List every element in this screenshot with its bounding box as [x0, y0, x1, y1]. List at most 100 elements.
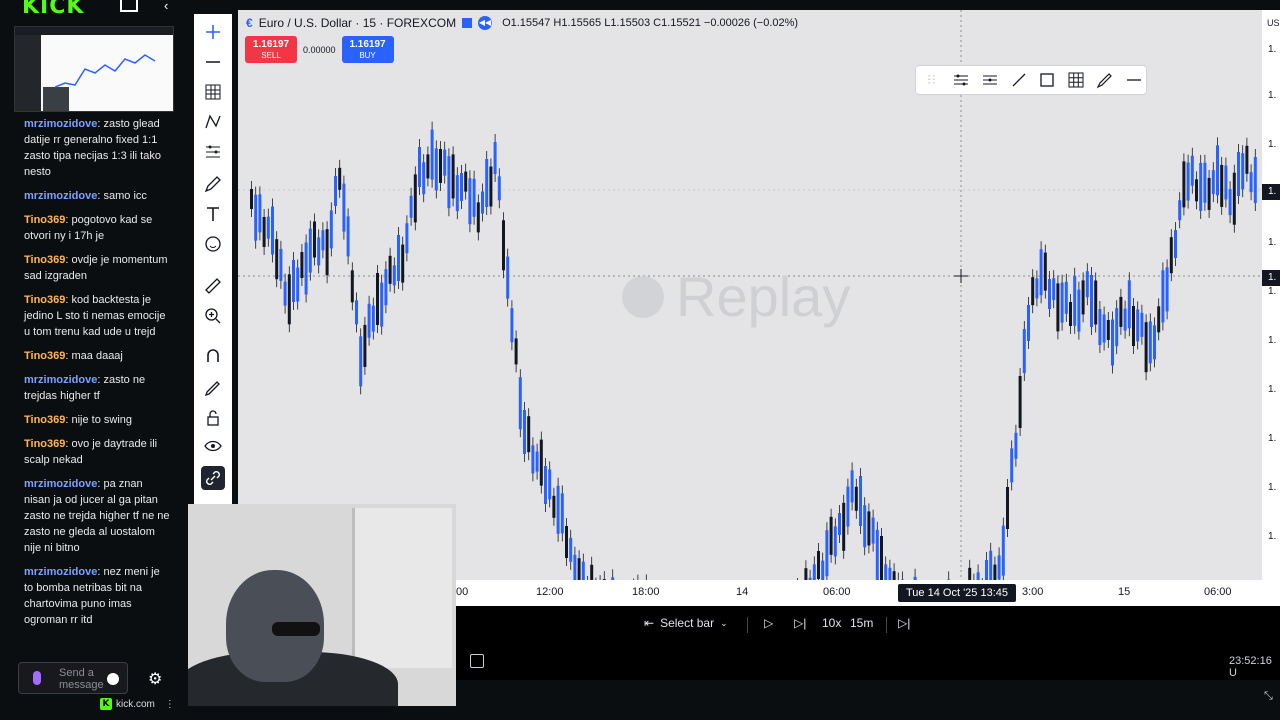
candle: [464, 163, 468, 200]
kick-favicon-icon: K: [100, 698, 112, 710]
candle: [1241, 145, 1245, 198]
horizontal-lines-icon[interactable]: [949, 67, 973, 93]
candle: [409, 187, 413, 226]
candle: [884, 556, 888, 580]
chat-username[interactable]: mrzimozidove: [24, 374, 97, 386]
parallel-channel-icon[interactable]: [978, 67, 1002, 93]
popout-icon[interactable]: [120, 0, 138, 12]
play-icon[interactable]: ▷: [764, 616, 773, 630]
lock-icon[interactable]: [201, 406, 225, 430]
fib-grid-tool-icon[interactable]: [201, 80, 225, 104]
candle: [1119, 288, 1123, 335]
candle-body: [1060, 282, 1064, 323]
replay-mode-icon[interactable]: ◀◀: [478, 16, 493, 30]
resize-icon[interactable]: ⤡: [1264, 690, 1273, 703]
horizontal-ray-icon[interactable]: [1122, 67, 1146, 93]
trade-buttons: 1.16197 SELL 0.00000 1.16197 BUY: [245, 36, 394, 63]
drawing-mode-icon[interactable]: [201, 376, 225, 400]
candle-body: [548, 469, 552, 500]
candle-body: [1056, 283, 1060, 332]
crosshair-tool-icon[interactable]: [201, 20, 225, 44]
stream-preview[interactable]: [14, 26, 174, 112]
chat-username[interactable]: Tino369: [24, 294, 65, 306]
gear-icon[interactable]: ⚙: [148, 669, 162, 689]
pattern-tool-icon[interactable]: [201, 110, 225, 134]
kick-footer[interactable]: K kick.com ⋮: [100, 697, 175, 711]
brush-tool-icon[interactable]: [201, 172, 225, 196]
candle-body: [1090, 275, 1093, 327]
candle: [292, 252, 295, 310]
chat-username[interactable]: Tino369: [24, 350, 65, 362]
chat-username[interactable]: Tino369: [24, 414, 65, 426]
chat-message: Tino369: nije to swing: [24, 414, 133, 426]
chat-username[interactable]: Tino369: [24, 438, 65, 450]
chat-username[interactable]: Tino369: [24, 254, 65, 266]
chat-username[interactable]: mrzimozidove: [24, 190, 97, 202]
candle: [817, 543, 820, 580]
candle-body: [573, 554, 577, 580]
price-axis[interactable]: US 1.1.1.1.1.1.1.1.1.1.1.1.1.: [1262, 10, 1280, 580]
symbol-name[interactable]: Euro / U.S. Dollar · 15 · FOREXCOM: [259, 16, 456, 30]
link-icon[interactable]: [201, 466, 225, 490]
candle-body: [825, 530, 829, 577]
candle-body: [1048, 279, 1051, 309]
candle-body: [321, 230, 325, 251]
rectangle-icon[interactable]: [1036, 67, 1060, 93]
collapse-icon[interactable]: ‹: [164, 0, 168, 13]
grid-icon[interactable]: [1064, 67, 1088, 93]
chat-username[interactable]: Tino369: [24, 214, 65, 226]
chat-username[interactable]: mrzimozidove: [24, 566, 97, 578]
candle-body: [842, 502, 846, 551]
candle: [455, 167, 459, 220]
candle: [968, 559, 972, 580]
chat-input[interactable]: Send a message: [18, 662, 128, 694]
candle-body: [367, 303, 371, 338]
select-bar-button[interactable]: ⇤ Select bar ⌄: [644, 616, 728, 630]
ruler-tool-icon[interactable]: [201, 274, 225, 298]
candle: [531, 437, 535, 482]
price-tick-label: 1.: [1268, 286, 1277, 297]
candle-body: [518, 377, 522, 430]
candle: [829, 508, 833, 563]
zoom-in-icon[interactable]: [201, 304, 225, 328]
chat-username[interactable]: mrzimozidove: [24, 478, 97, 490]
candle-body: [1186, 162, 1190, 201]
mic-icon[interactable]: [33, 671, 41, 685]
magnet-icon[interactable]: [201, 344, 225, 368]
time-axis[interactable]: 06:00 15 3:00 06:00 14 18:00 12:00 00 Tue 14 Oc…: [456, 580, 1280, 606]
interval-button[interactable]: 15m: [850, 616, 873, 630]
text-tool-icon[interactable]: [201, 202, 225, 226]
candle: [413, 166, 417, 231]
candle: [1195, 171, 1198, 210]
candle: [380, 274, 384, 335]
emoji-icon[interactable]: [107, 673, 119, 685]
chart-pane[interactable]: Replay € Euro / U.S. Dollar · 15 · FOREX…: [238, 10, 1262, 580]
candle-body: [325, 229, 329, 276]
candlestick-chart[interactable]: [238, 10, 1262, 580]
speed-button[interactable]: 10x: [822, 616, 841, 630]
candle: [392, 257, 396, 294]
chat-username[interactable]: mrzimozidove: [24, 118, 97, 130]
candle-body: [401, 244, 405, 283]
candle-body: [476, 202, 480, 233]
brush-icon[interactable]: [1093, 67, 1117, 93]
step-forward-icon[interactable]: ▷|: [794, 616, 806, 630]
candle: [1157, 298, 1161, 341]
sell-button[interactable]: 1.16197 SELL: [245, 36, 297, 63]
stream-chat-panel: KICK ‹ mrzimozidove: zasto glead datije …: [0, 0, 190, 720]
forecast-tool-icon[interactable]: [201, 140, 225, 164]
eye-icon[interactable]: [201, 434, 225, 458]
buy-button[interactable]: 1.16197 BUY: [341, 36, 394, 63]
trend-line-tool-icon[interactable]: [201, 50, 225, 74]
trend-line-icon[interactable]: [1007, 67, 1031, 93]
candle: [313, 213, 316, 266]
emoji-tool-icon[interactable]: [201, 232, 225, 256]
clock: 23:52:16 U: [1229, 655, 1272, 679]
candle: [443, 141, 447, 184]
jump-to-realtime-icon[interactable]: ▷|: [898, 616, 910, 630]
symbol-legend[interactable]: € Euro / U.S. Dollar · 15 · FOREXCOM ◀◀ …: [246, 16, 798, 30]
more-icon[interactable]: ⋮: [165, 699, 175, 710]
flag-icon[interactable]: [462, 18, 473, 28]
drag-handle-icon[interactable]: [920, 67, 944, 93]
calendar-icon[interactable]: [470, 654, 484, 668]
